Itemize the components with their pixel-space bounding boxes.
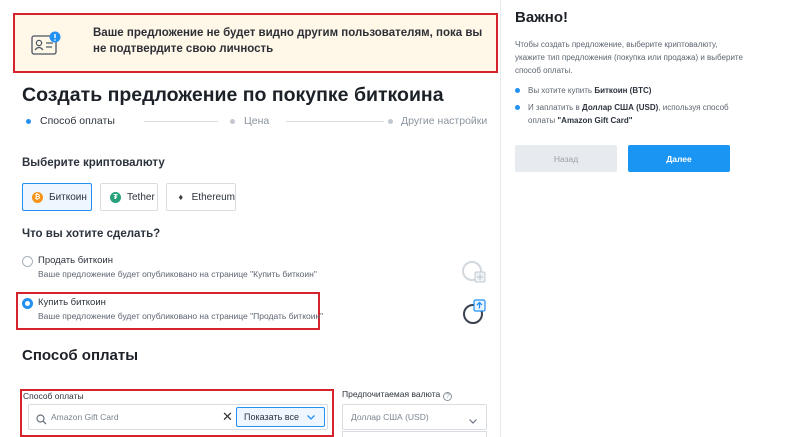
- step-dot-payment: [26, 119, 31, 124]
- bullet-dot: [515, 88, 520, 93]
- clear-icon[interactable]: ✕: [222, 409, 233, 425]
- crypto-option-label: Tether: [127, 191, 155, 203]
- step-payment-method[interactable]: Способ оплаты: [40, 115, 115, 127]
- crypto-label: Выберите криптовалюту: [22, 157, 165, 169]
- summary-method-value: "Amazon Gift Card": [557, 116, 633, 125]
- step-other-settings[interactable]: Другие настройки: [401, 115, 487, 127]
- radio-title: Купить биткоин: [38, 297, 106, 308]
- step-connector: [286, 121, 384, 122]
- crypto-option-ethereum[interactable]: ♦ Ethereum: [166, 183, 236, 211]
- offer-form: Ваше предложение не будет видно другим п…: [0, 0, 500, 437]
- crypto-option-tether[interactable]: ₮ Tether: [100, 183, 158, 211]
- radio-button[interactable]: [22, 256, 33, 267]
- radio-title: Продать биткоин: [38, 255, 113, 266]
- id-card-alert-icon: [31, 31, 61, 57]
- payment-method-field[interactable]: Amazon Gift Card ✕ Показать все: [28, 404, 328, 430]
- info-sidebar: Важно! Чтобы создать предложение, выбери…: [501, 0, 800, 437]
- chevron-down-icon: [306, 412, 316, 422]
- back-button[interactable]: Назад: [515, 145, 617, 172]
- show-all-button[interactable]: Показать все: [236, 407, 325, 427]
- bullet-dot: [515, 105, 520, 110]
- summary-text: И заплатить в Доллар США (USD), использу…: [528, 101, 748, 127]
- bitcoin-icon: ₿: [32, 191, 43, 203]
- action-label: Что вы хотите сделать?: [22, 228, 161, 240]
- crypto-option-label: Биткоин: [49, 191, 87, 203]
- radio-button[interactable]: [22, 298, 33, 309]
- important-title: Важно!: [515, 9, 569, 26]
- radio-description: Ваше предложение будет опубликовано на с…: [38, 269, 317, 279]
- crypto-option-label: Ethereum: [191, 191, 235, 203]
- summary-payment: И заплатить в Доллар США (USD), использу…: [515, 101, 755, 129]
- summary-crypto-value: Биткоин (BTC): [594, 86, 652, 95]
- chevron-down-icon: [468, 413, 478, 424]
- radio-description: Ваше предложение будет опубликовано на с…: [38, 311, 324, 321]
- show-all-label: Показать все: [244, 412, 299, 422]
- step-dot-other: [388, 119, 393, 124]
- summary-prefix: И заплатить в: [528, 103, 580, 112]
- currency-label: Предпочитаемая валюта?: [342, 389, 453, 401]
- step-connector: [144, 121, 218, 122]
- important-intro: Чтобы создать предложение, выберите крип…: [515, 40, 743, 75]
- next-button[interactable]: Далее: [628, 145, 730, 172]
- radio-sell-bitcoin[interactable]: Продать биткоин Ваше предложение будет о…: [22, 255, 322, 283]
- payment-method-label: Способ оплаты: [23, 391, 84, 401]
- banner-message: Ваше предложение не будет видно другим п…: [93, 27, 483, 55]
- currency-value: Доллар США (USD): [351, 412, 429, 422]
- currency-select[interactable]: Доллар США (USD): [342, 404, 487, 430]
- verification-warning-banner: Ваше предложение не будет видно другим п…: [13, 13, 498, 73]
- buy-bitcoin-icon: [462, 299, 488, 325]
- step-dot-price: [230, 119, 235, 124]
- summary-prefix: Вы хотите купить: [528, 86, 593, 95]
- search-icon: [36, 412, 47, 425]
- stepper: Способ оплаты Цена Другие настройки: [22, 113, 498, 133]
- ethereum-icon: ♦: [176, 191, 186, 203]
- page-title: Создать предложение по покупке биткоина: [22, 84, 444, 106]
- payment-section-heading: Способ оплаты: [22, 347, 139, 364]
- tether-icon: ₮: [110, 191, 121, 203]
- currency-label-text: Предпочитаемая валюта: [342, 389, 441, 399]
- summary-currency-value: Доллар США (USD): [582, 103, 659, 112]
- summary-crypto: Вы хотите купить Биткоин (BTC): [515, 84, 755, 98]
- radio-buy-bitcoin[interactable]: Купить биткоин Ваше предложение будет оп…: [22, 297, 324, 325]
- crypto-option-bitcoin[interactable]: ₿ Биткоин: [22, 183, 92, 211]
- step-price[interactable]: Цена: [244, 115, 269, 127]
- next-field-edge: [342, 431, 487, 437]
- help-icon[interactable]: ?: [443, 392, 453, 401]
- summary-text: Вы хотите купить Биткоин (BTC): [528, 84, 748, 97]
- sell-bitcoin-icon: [461, 258, 487, 284]
- payment-method-value: Amazon Gift Card: [51, 412, 119, 422]
